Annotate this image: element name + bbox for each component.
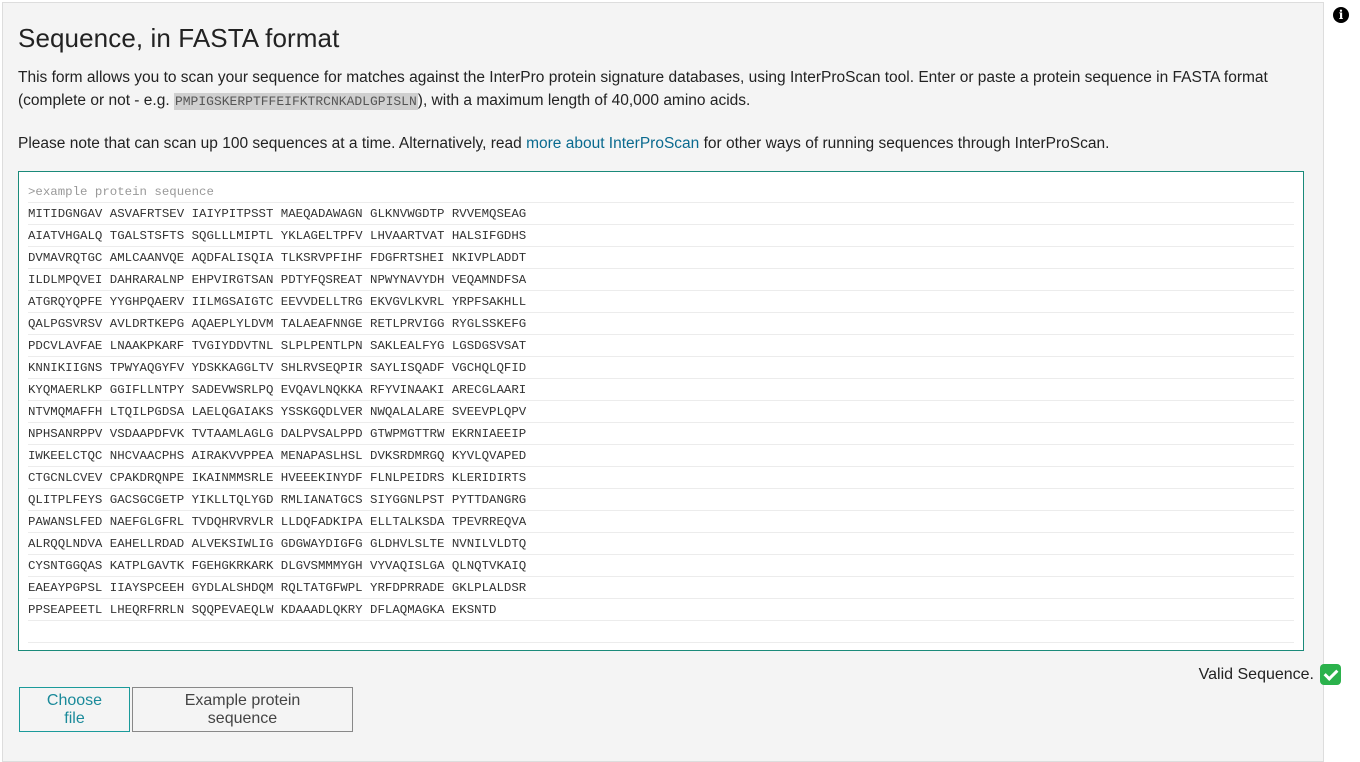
sequence-line: QALPGSVRSV AVLDRTKEPG AQAEPLYLDVM TALAEA… (28, 313, 1294, 335)
sequence-line: ATGRQYQPFE YYGHPQAERV IILMGSAIGTC EEVVDE… (28, 291, 1294, 313)
sequence-line: ILDLMPQVEI DAHRARALNP EHPVIRGTSAN PDTYFQ… (28, 269, 1294, 291)
sequence-line: NPHSANRPPV VSDAAPDFVK TVTAAMLAGLG DALPVS… (28, 423, 1294, 445)
sequence-line: ALRQQLNDVA EAHELLRDAD ALVEKSIWLIG GDGWAY… (28, 533, 1294, 555)
sequence-line: IWKEELCTQC NHCVAACPHS AIRAKVVPPEA MENAPA… (28, 445, 1294, 467)
note-text-start: Please note that can scan up 100 sequenc… (18, 135, 527, 152)
sequence-line: PDCVLAVFAE LNAAKPKARF TVGIYDDVTNL SLPLPE… (28, 335, 1294, 357)
description-text-end: ), with a maximum length of 40,000 amino… (417, 92, 751, 109)
sequence-line: KYQMAERLKP GGIFLLNTPY SADEVWSRLPQ EVQAVL… (28, 379, 1294, 401)
sequence-line: CYSNTGGQAS KATPLGAVTK FGEHGKRKARK DLGVSM… (28, 555, 1294, 577)
form-note: Please note that can scan up 100 sequenc… (18, 132, 1109, 155)
page-title: Sequence, in FASTA format (18, 23, 340, 53)
validation-status: Valid Sequence. (1199, 664, 1341, 685)
sequence-line: DVMAVRQTGC AMLCAANVQE AQDFALISQIA TLKSRV… (28, 247, 1294, 269)
sequence-line: MITIDGNGAV ASVAFRTSEV IAIYPITPSST MAEQAD… (28, 203, 1294, 225)
sequence-line: QLITPLFEYS GACSGCGETP YIKLLTQLYGD RMLIAN… (28, 489, 1294, 511)
sequence-editor[interactable]: >example protein sequence MITIDGNGAV ASV… (18, 171, 1304, 651)
empty-line (28, 621, 1294, 643)
sequence-line: PAWANSLFED NAEFGLGFRL TVDQHRVRVLR LLDQFA… (28, 511, 1294, 533)
fasta-header-line: >example protein sequence (28, 181, 1294, 203)
choose-file-button[interactable]: Choose file (19, 687, 130, 732)
form-description: This form allows you to scan your sequen… (18, 66, 1308, 113)
sequence-line: PPSEAPEETL LHEQRFRRLN SQQPEVAEQLW KDAAAD… (28, 599, 1294, 621)
interproscan-link[interactable]: more about InterProScan (526, 135, 699, 152)
sequence-line: KNNIKIIGNS TPWYAQGYFV YDSKKAGGLTV SHLRVS… (28, 357, 1294, 379)
check-icon (1320, 664, 1341, 685)
example-sequence-code: PMPIGSKERPTFFEIFKTRCNKADLGPISLN (173, 93, 418, 110)
info-icon[interactable]: i (1333, 7, 1349, 23)
sequence-line: AIATVHGALQ TGALSTSFTS SQGLLLMIPTL YKLAGE… (28, 225, 1294, 247)
sequence-line: NTVMQMAFFH LTQILPGDSA LAELQGAIAKS YSSKGQ… (28, 401, 1294, 423)
validation-text: Valid Sequence. (1198, 665, 1314, 683)
sequence-line: CTGCNLCVEV CPAKDRQNPE IKAINMMSRLE HVEEEK… (28, 467, 1294, 489)
example-sequence-button[interactable]: Example protein sequence (132, 687, 353, 732)
sequence-line: EAEAYPGPSL IIAYSPCEEH GYDLALSHDQM RQLTAT… (28, 577, 1294, 599)
note-text-end: for other ways of running sequences thro… (699, 135, 1110, 152)
